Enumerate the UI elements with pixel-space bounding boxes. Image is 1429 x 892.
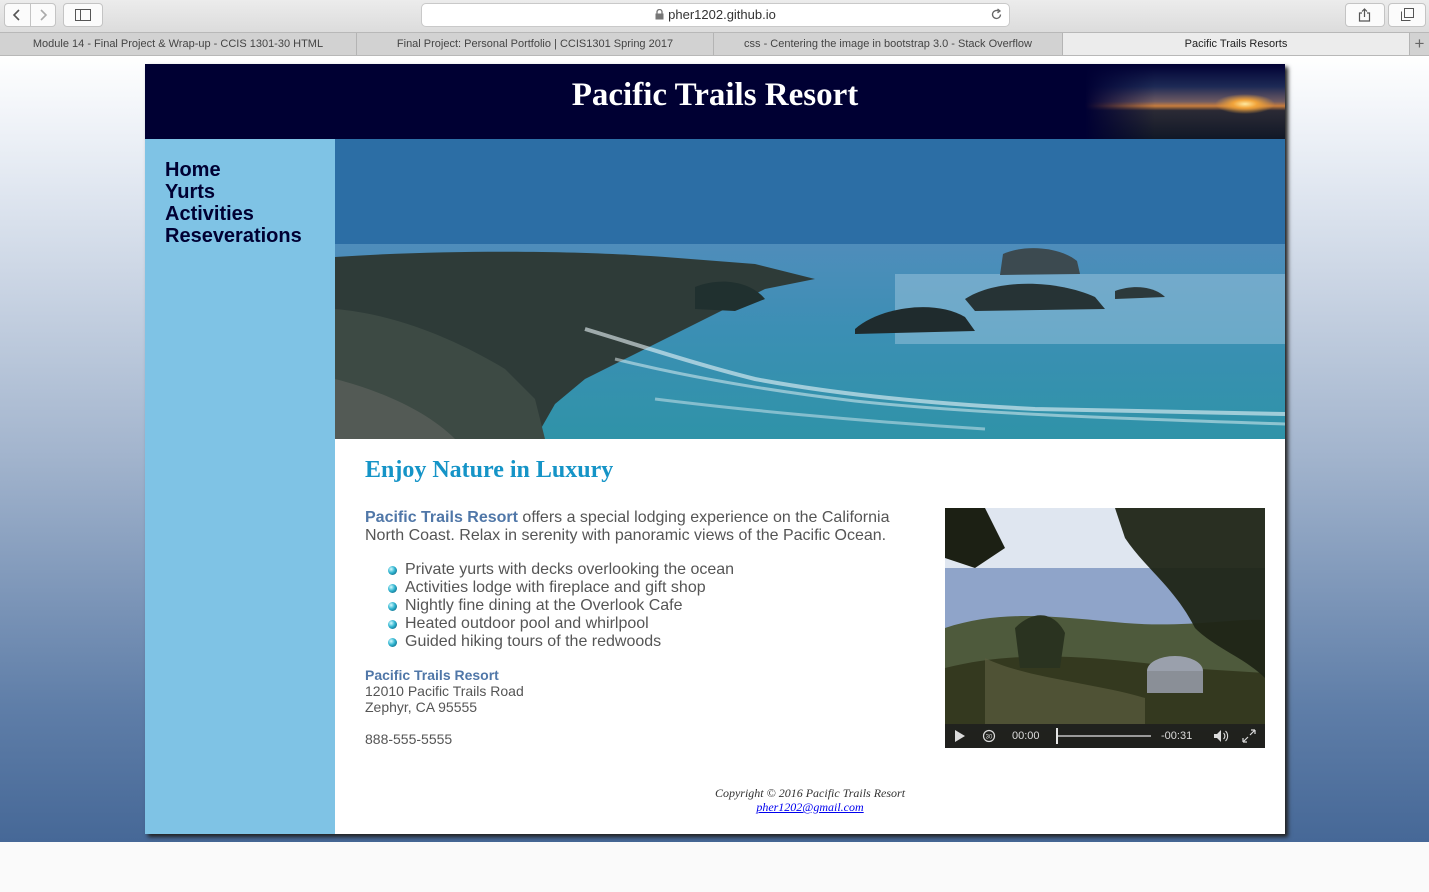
reload-icon[interactable] (990, 8, 1003, 21)
remaining-time: -00:31 (1161, 730, 1193, 742)
bullet-icon (388, 566, 397, 575)
fullscreen-icon[interactable] (1242, 724, 1256, 748)
tab-pacific-trails[interactable]: Pacific Trails Resorts (1063, 33, 1410, 55)
bullet-icon (388, 584, 397, 593)
tab-module-14[interactable]: Module 14 - Final Project & Wrap-up - CC… (0, 33, 357, 55)
tab-label: css - Centering the image in bootstrap 3… (744, 38, 1032, 50)
volume-icon[interactable] (1213, 724, 1229, 748)
back-button[interactable] (5, 4, 30, 26)
list-item: Guided hiking tours of the redwoods (385, 633, 734, 651)
contact-street: 12010 Pacific Trails Road (365, 683, 524, 699)
forward-button[interactable] (31, 4, 56, 26)
site-footer: Copyright © 2016 Pacific Trails Resort p… (335, 786, 1285, 814)
share-icon (1358, 8, 1371, 22)
video-player[interactable]: 30 00:00 -00:31 (945, 508, 1265, 748)
bullet-icon (388, 602, 397, 611)
feature-text: Nightly fine dining at the Overlook Cafe (405, 597, 683, 614)
list-item: Heated outdoor pool and whirlpool (385, 615, 734, 633)
site-wrapper: Pacific Trails Resort Home Yurts Activit… (145, 64, 1285, 834)
show-tabs-button[interactable] (1388, 3, 1426, 27)
headline: Enjoy Nature in Luxury (365, 457, 614, 483)
tab-label: Module 14 - Final Project & Wrap-up - CC… (32, 38, 324, 50)
current-time: 00:00 (1012, 730, 1040, 742)
copyright-text: Copyright © 2016 Pacific Trails Resort (714, 786, 906, 800)
skip-back-icon[interactable]: 30 (981, 724, 997, 748)
svg-text:30: 30 (986, 735, 993, 741)
tab-label: Pacific Trails Resorts (1184, 38, 1288, 50)
bullet-icon (388, 620, 397, 629)
site-header: Pacific Trails Resort (145, 64, 1285, 139)
site-nav: Home Yurts Activities Reseverations (145, 139, 335, 834)
feature-text: Activities lodge with fireplace and gift… (405, 579, 706, 596)
contact-city: Zephyr, CA 95555 (365, 699, 478, 715)
nav-yurts-link[interactable]: Yurts (165, 181, 215, 203)
intro-paragraph: Pacific Trails Resort offers a special l… (365, 509, 910, 545)
video-frame (945, 508, 1265, 724)
list-item: Nightly fine dining at the Overlook Cafe (385, 597, 734, 615)
list-item: Activities lodge with fireplace and gift… (385, 579, 734, 597)
feature-text: Private yurts with decks overlooking the… (405, 561, 735, 578)
tabs-icon (1401, 8, 1414, 21)
nav-reservations-link[interactable]: Reseverations (165, 225, 302, 247)
history-nav (4, 3, 56, 27)
tab-bar: Module 14 - Final Project & Wrap-up - CC… (0, 32, 1429, 56)
page-viewport: Pacific Trails Resort Home Yurts Activit… (0, 56, 1429, 842)
video-controls: 30 00:00 -00:31 (945, 724, 1265, 748)
contact-info: Pacific Trails Resort 12010 Pacific Trai… (365, 667, 524, 747)
address-bar[interactable]: pher1202.github.io (421, 3, 1010, 27)
scrubber-thumb[interactable] (1056, 728, 1058, 744)
hero-coast-image (335, 139, 1285, 439)
nav-home-link[interactable]: Home (165, 159, 221, 181)
url-text: pher1202.github.io (668, 7, 776, 22)
feature-text: Guided hiking tours of the redwoods (405, 633, 662, 650)
play-icon[interactable] (953, 724, 967, 748)
video-scrubber[interactable] (1056, 728, 1151, 744)
window-bottom-area (0, 842, 1429, 892)
nav-activities-link[interactable]: Activities (165, 203, 254, 225)
list-item: Private yurts with decks overlooking the… (385, 561, 734, 579)
intro-brand: Pacific Trails Resort (365, 509, 518, 526)
feature-text: Heated outdoor pool and whirlpool (405, 615, 649, 632)
sidebar-icon (75, 9, 91, 21)
contact-phone: 888-555-5555 (365, 731, 453, 747)
feature-list: Private yurts with decks overlooking the… (385, 561, 734, 651)
share-button[interactable] (1345, 3, 1385, 27)
lock-icon (655, 9, 664, 20)
chevron-left-icon (12, 9, 20, 21)
site-title: Pacific Trails Resort (571, 77, 859, 113)
new-tab-button[interactable]: + (1410, 33, 1429, 55)
browser-toolbar: pher1202.github.io (0, 0, 1429, 32)
bullet-icon (388, 638, 397, 647)
sidebar-toggle-button[interactable] (63, 3, 103, 27)
chevron-right-icon (40, 9, 48, 21)
tab-final-project[interactable]: Final Project: Personal Portfolio | CCIS… (357, 33, 714, 55)
tab-label: Final Project: Personal Portfolio | CCIS… (396, 38, 674, 50)
contact-name: Pacific Trails Resort (365, 667, 499, 683)
tab-stack-overflow[interactable]: css - Centering the image in bootstrap 3… (714, 33, 1063, 55)
footer-email-link[interactable]: pher1202@gmail.com (756, 800, 863, 814)
